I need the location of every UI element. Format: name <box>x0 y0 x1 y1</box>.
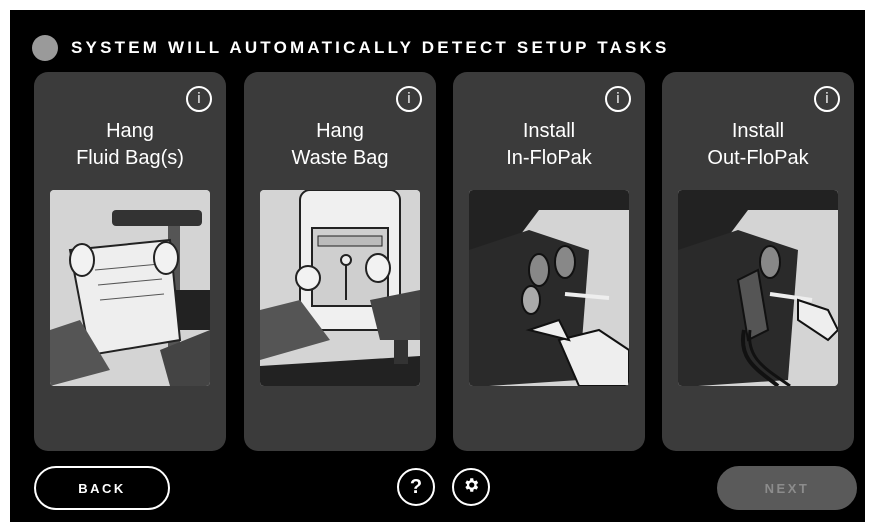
task-title: Install In-FloPak <box>453 118 645 172</box>
task-title-line1: Hang <box>316 120 364 142</box>
task-title-line2: Out-FloPak <box>707 147 809 169</box>
in-flopak-illustration <box>469 190 629 386</box>
status-header: SYSTEM WILL AUTOMATICALLY DETECT SETUP T… <box>32 34 670 62</box>
task-card-hang-fluid-bags: i Hang Fluid Bag(s) <box>34 72 226 451</box>
info-icon[interactable]: i <box>605 86 631 112</box>
info-icon[interactable]: i <box>814 86 840 112</box>
info-icon[interactable]: i <box>396 86 422 112</box>
out-flopak-illustration <box>678 190 838 386</box>
fluid-bag-illustration <box>50 190 210 386</box>
setup-screen: SYSTEM WILL AUTOMATICALLY DETECT SETUP T… <box>10 10 865 522</box>
back-button[interactable]: BACK <box>34 466 170 510</box>
task-title: Hang Waste Bag <box>244 118 436 172</box>
task-title: Hang Fluid Bag(s) <box>34 118 226 172</box>
status-indicator <box>32 35 58 61</box>
status-message: SYSTEM WILL AUTOMATICALLY DETECT SETUP T… <box>71 38 670 57</box>
task-title-line2: Waste Bag <box>291 147 389 169</box>
task-card-install-in-flopak: i Install In-FloPak <box>453 72 645 451</box>
task-title-line1: Install <box>731 120 785 142</box>
task-title-line1: Install <box>522 120 576 142</box>
next-button[interactable]: NEXT <box>717 466 857 510</box>
task-title-line2: In-FloPak <box>506 147 592 169</box>
info-icon[interactable]: i <box>186 86 212 112</box>
task-card-install-out-flopak: i Install Out-FloPak <box>662 72 854 451</box>
task-card-hang-waste-bag: i Hang Waste Bag <box>244 72 436 451</box>
task-title-line2: Fluid Bag(s) <box>76 147 184 169</box>
gear-icon <box>462 476 480 499</box>
settings-button[interactable] <box>452 468 490 506</box>
task-title-line1: Hang <box>106 120 154 142</box>
help-button[interactable]: ? <box>397 468 435 506</box>
task-title: Install Out-FloPak <box>662 118 854 172</box>
waste-bag-illustration <box>260 190 420 386</box>
